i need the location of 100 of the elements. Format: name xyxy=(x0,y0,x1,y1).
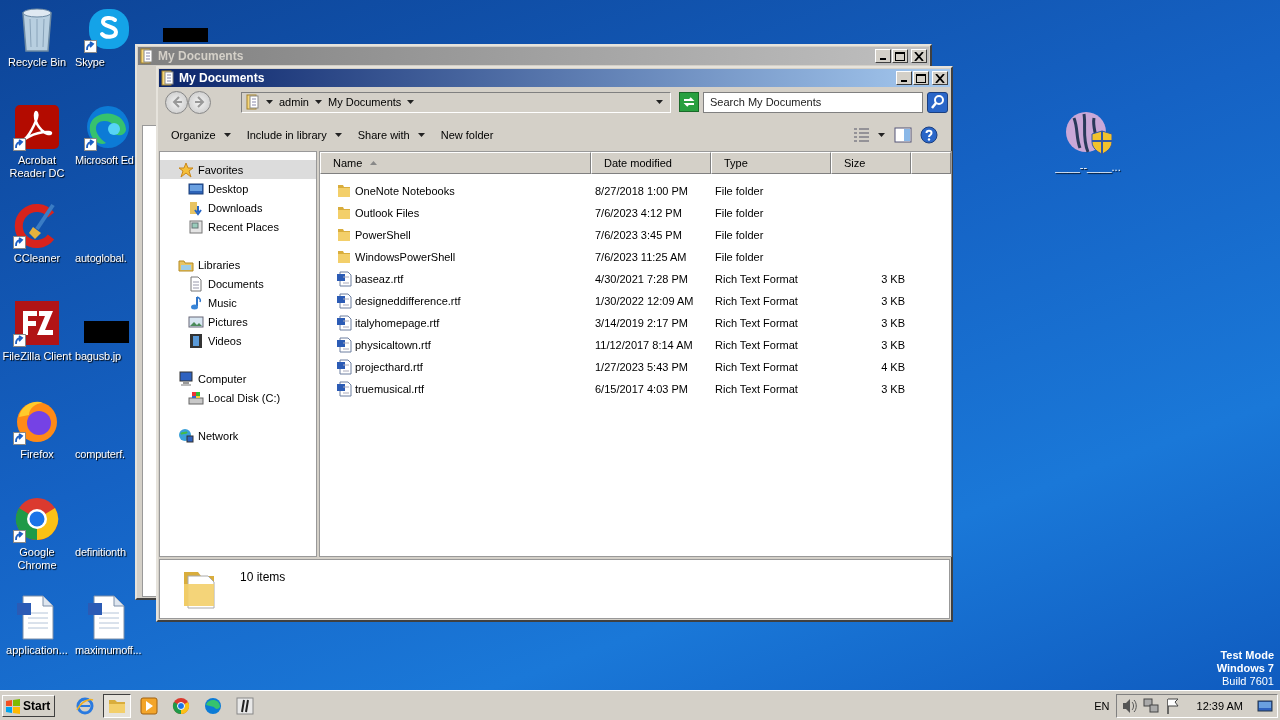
close-button[interactable] xyxy=(932,71,948,85)
date-cell-text: 4/30/2021 7:28 PM xyxy=(594,273,689,285)
system-notice-text: Build 7601 xyxy=(1222,675,1274,688)
desktop-icon-label[interactable]: maximumoff... xyxy=(75,644,142,657)
nav-item[interactable]: Network xyxy=(160,426,316,445)
shortcut-arrow-icon xyxy=(13,432,26,445)
preview-pane-icon[interactable] xyxy=(894,127,912,143)
breadcrumb-item[interactable]: My Documents xyxy=(327,96,402,108)
desktop-icon-label[interactable]: computerf. xyxy=(75,448,125,461)
taskbar-app-button[interactable] xyxy=(103,693,132,718)
file-name[interactable]: italyhomepage.rtf xyxy=(355,317,440,329)
nav-item[interactable]: Pictures xyxy=(160,312,316,331)
nav-item[interactable]: Music xyxy=(160,293,316,312)
music-note-icon xyxy=(188,294,204,311)
nav-item[interactable]: Documents xyxy=(160,274,316,293)
nav-item[interactable]: Desktop xyxy=(160,179,316,198)
window-title: My Documents xyxy=(179,71,266,85)
desktop-icon-label[interactable]: definitionth xyxy=(75,546,126,559)
shortcut-arrow-icon xyxy=(13,236,26,249)
desktop-icon-label[interactable]: Microsoft Ed xyxy=(75,154,134,167)
picture-icon xyxy=(188,313,204,330)
column-header[interactable]: Type xyxy=(711,152,831,174)
size-cell-text: 3 KB xyxy=(880,273,906,285)
nav-item[interactable]: Videos xyxy=(160,331,316,350)
language-indicator[interactable]: EN xyxy=(1094,699,1110,712)
nav-item[interactable]: Libraries xyxy=(160,255,316,274)
refresh-button[interactable] xyxy=(679,92,699,112)
desktop-icon-label[interactable]: bagusb.jp xyxy=(75,350,121,363)
toolbar-button[interactable]: Share with xyxy=(349,125,433,145)
desktop-icon-label[interactable]: Recycle Bin xyxy=(7,56,67,69)
address-bar[interactable]: admin My Documents xyxy=(241,91,671,113)
nav-item[interactable]: Recent Places xyxy=(160,217,316,236)
recent-places-icon xyxy=(188,218,204,235)
maximize-icon xyxy=(895,51,905,61)
date-cell-text: 11/12/2017 8:14 AM xyxy=(594,339,694,351)
toolbar-button[interactable]: Organize xyxy=(163,125,239,145)
window-title: My Documents xyxy=(158,49,245,63)
file-name[interactable]: projecthard.rtf xyxy=(355,361,423,373)
star-icon xyxy=(178,161,194,178)
type-cell-text: Rich Text Format xyxy=(714,361,799,373)
maximize-button[interactable] xyxy=(892,49,908,63)
size-cell-text: 3 KB xyxy=(880,339,906,351)
maximize-button[interactable] xyxy=(913,71,929,85)
column-header[interactable]: Name xyxy=(320,152,591,174)
file-name[interactable]: physicaltown.rtf xyxy=(355,339,431,351)
system-notice-text: Windows 7 xyxy=(1216,662,1274,675)
file-name[interactable]: baseaz.rtf xyxy=(355,273,404,285)
type-cell-text: Rich Text Format xyxy=(714,339,799,351)
desktop-icon-label[interactable]: CCleaner xyxy=(13,252,61,265)
document-icon xyxy=(336,381,352,397)
toolbar-button[interactable]: Include in library xyxy=(238,125,350,145)
folder-icon xyxy=(140,48,154,64)
minimize-button[interactable] xyxy=(875,49,891,63)
desktop-icon-label[interactable]: Firefox xyxy=(20,448,54,461)
monitor-icon xyxy=(188,180,204,197)
desktop-icon-label[interactable]: Google Chrome xyxy=(0,546,74,572)
type-cell-text: File folder xyxy=(714,229,765,241)
dropdown-caret-icon xyxy=(656,99,664,105)
file-name[interactable]: PowerShell xyxy=(355,229,411,241)
document-icon xyxy=(336,293,352,309)
type-cell-text: File folder xyxy=(714,207,765,219)
nav-item[interactable]: Favorites xyxy=(160,160,316,179)
desktop-icon-label[interactable]: Skype xyxy=(75,56,105,69)
file-name[interactable]: truemusical.rtf xyxy=(355,383,425,395)
drive-icon xyxy=(188,389,204,406)
show-desktop-icon[interactable] xyxy=(1257,697,1273,714)
date-cell-text: 7/6/2023 11:25 AM xyxy=(594,251,688,263)
file-name[interactable]: Outlook Files xyxy=(355,207,420,219)
close-icon xyxy=(914,51,924,61)
type-cell-text: Rich Text Format xyxy=(714,383,799,395)
minimize-icon xyxy=(901,80,907,82)
breadcrumb-item[interactable]: admin xyxy=(279,96,309,108)
size-cell-text: 4 KB xyxy=(880,361,906,373)
search-button[interactable] xyxy=(927,91,948,113)
close-button[interactable] xyxy=(911,49,927,63)
nav-item[interactable]: Local Disk (C:) xyxy=(160,388,316,407)
nav-item[interactable]: Downloads xyxy=(160,198,316,217)
column-header[interactable]: Size xyxy=(831,152,911,174)
help-icon[interactable] xyxy=(920,126,938,144)
column-header[interactable]: Date modified xyxy=(591,152,711,174)
flag-icon[interactable] xyxy=(1164,696,1181,715)
file-name[interactable]: designeddifference.rtf xyxy=(355,295,461,307)
file-name[interactable]: WindowsPowerShell xyxy=(355,251,456,263)
file-name[interactable]: OneNote Notebooks xyxy=(355,185,455,197)
shortcut-arrow-icon xyxy=(13,138,26,151)
type-cell-text: Rich Text Format xyxy=(714,295,799,307)
browser-e-icon xyxy=(76,696,95,715)
search-field[interactable]: Search My Documents xyxy=(703,91,923,113)
minimize-button[interactable] xyxy=(896,71,912,85)
desktop-icon-label[interactable]: FileZilla Client xyxy=(2,350,72,363)
desktop-icon-label[interactable]: autoglobal. xyxy=(75,252,127,265)
desktop-icon-label[interactable]: ____--____... xyxy=(1055,161,1121,174)
network-icon[interactable] xyxy=(1142,696,1159,715)
nav-item[interactable]: Computer xyxy=(160,369,316,388)
start-button[interactable]: Start xyxy=(2,694,56,717)
desktop-icon-label[interactable]: Acrobat Reader DC xyxy=(0,154,74,180)
desktop-icon-label[interactable]: application... xyxy=(6,644,68,657)
toolbar-button[interactable]: New folder xyxy=(432,125,502,145)
clock[interactable]: 12:39 AM xyxy=(1196,699,1243,712)
minimize-icon xyxy=(880,58,886,60)
